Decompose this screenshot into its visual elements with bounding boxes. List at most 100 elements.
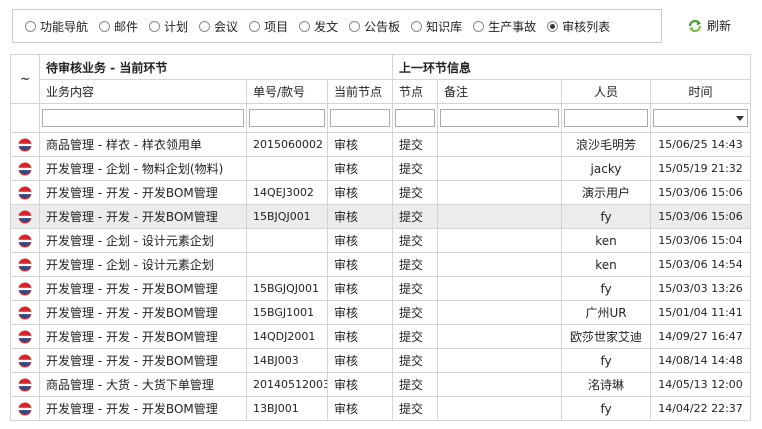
cell-prev-node: 提交 (392, 132, 438, 157)
table-row[interactable]: 开发管理 - 企划 - 设计元素企划 审核 提交 ken 15/03/06 15:04 (10, 228, 752, 253)
refresh-icon (688, 19, 702, 32)
cell-code: 15BGJQJ001 (246, 276, 328, 301)
cell-note (437, 396, 562, 421)
cell-code: 2015060002 (246, 132, 328, 157)
cell-current-node: 审核 (327, 348, 393, 373)
table-row[interactable]: 开发管理 - 开发 - 开发BOM管理 15BJQJ001 审核 提交 fy 15/03/… (10, 204, 752, 229)
col-header-content[interactable]: 业务内容 (39, 79, 247, 104)
module-logo-icon (18, 354, 32, 368)
col-header-time[interactable]: 时间 (649, 79, 752, 104)
cell-time: 14/04/22 22:37 (649, 396, 752, 421)
radio-option[interactable]: 知识库 (411, 18, 462, 35)
cell-note (437, 372, 562, 397)
radio-label: 知识库 (426, 19, 463, 34)
radio-unchecked-icon[interactable] (25, 20, 36, 32)
cell-person: fy (561, 204, 651, 229)
col-header-note[interactable]: 备注 (437, 79, 562, 104)
radio-unchecked-icon[interactable] (473, 20, 485, 32)
cell-current-node: 审核 (327, 180, 393, 205)
cell-prev-node: 提交 (392, 348, 438, 373)
cell-person: 广州UR (561, 300, 651, 325)
filter-cell-node (392, 103, 438, 133)
cell-current-node: 审核 (327, 372, 393, 397)
radio-option[interactable]: 公告板 (349, 18, 400, 35)
radio-checked-icon[interactable] (547, 20, 559, 32)
cell-content: 开发管理 - 企划 - 设计元素企划 (39, 252, 247, 277)
cell-time: 15/03/06 14:54 (649, 252, 752, 277)
module-logo-icon (18, 402, 32, 416)
filter-input-code[interactable] (249, 109, 325, 127)
cell-note (437, 204, 562, 229)
cell-code: 14BJ003 (246, 348, 328, 373)
cell-prev-node: 提交 (392, 228, 438, 253)
filter-cell-code (246, 103, 328, 133)
radio-unchecked-icon[interactable] (249, 20, 261, 32)
radio-option[interactable]: 发文 (299, 18, 338, 35)
row-icon-cell (10, 372, 40, 397)
filter-input-current-node[interactable] (330, 109, 390, 127)
radio-label: 公告板 (364, 19, 401, 34)
cell-current-node: 审核 (327, 204, 393, 229)
table-row[interactable]: 商品管理 - 样衣 - 样衣领用单 2015060002 审核 提交 浪沙毛明芳 15/0… (10, 132, 752, 157)
radio-unchecked-icon[interactable] (199, 20, 211, 32)
radio-unchecked-icon[interactable] (149, 20, 161, 32)
radio-option[interactable]: 计划 (149, 18, 188, 35)
col-header-current-node[interactable]: 当前节点 (327, 79, 393, 104)
cell-code: 15BGJ1001 (246, 300, 328, 325)
refresh-button[interactable]: 刷新 (688, 17, 731, 34)
cell-content: 开发管理 - 开发 - 开发BOM管理 (39, 204, 247, 229)
table-row[interactable]: 开发管理 - 开发 - 开发BOM管理 15BGJQJ001 审核 提交 fy 15/03… (10, 276, 752, 301)
radio-option[interactable]: 功能导航 (25, 18, 88, 35)
row-icon-cell (10, 228, 40, 253)
table-row[interactable]: 开发管理 - 开发 - 开发BOM管理 14BJ003 审核 提交 fy 14/08/14… (10, 348, 752, 373)
cell-current-node: 审核 (327, 228, 393, 253)
cell-time: 15/03/06 15:04 (649, 228, 752, 253)
radio-unchecked-icon[interactable] (99, 20, 111, 32)
col-header-code[interactable]: 单号/款号 (246, 79, 328, 104)
cell-person: ken (561, 228, 651, 253)
module-logo-icon (18, 306, 32, 320)
cell-content: 开发管理 - 开发 - 开发BOM管理 (39, 324, 247, 349)
cell-time: 15/01/04 11:41 (649, 300, 752, 325)
group-header-previous: 上一环节信息 (391, 54, 752, 80)
radio-option[interactable]: 生产事故 (473, 18, 536, 35)
table-row[interactable]: 开发管理 - 开发 - 开发BOM管理 13BJ001 审核 提交 fy 14/04/22… (10, 396, 752, 421)
filter-cell-note (437, 103, 562, 133)
radio-unchecked-icon[interactable] (349, 20, 361, 32)
row-icon-cell (10, 204, 40, 229)
table-row[interactable]: 开发管理 - 开发 - 开发BOM管理 14QEJ3002 审核 提交 演示用户 15/0… (10, 180, 752, 205)
filter-input-content[interactable] (42, 109, 244, 127)
filter-input-node[interactable] (395, 109, 435, 127)
radio-option[interactable]: 项目 (249, 18, 288, 35)
cell-current-node: 审核 (327, 276, 393, 301)
cell-time: 15/03/06 15:06 (649, 180, 752, 205)
cell-content: 开发管理 - 开发 - 开发BOM管理 (39, 180, 247, 205)
filter-input-person[interactable] (564, 109, 648, 127)
filter-input-note[interactable] (440, 109, 559, 127)
table-row[interactable]: 开发管理 - 开发 - 开发BOM管理 15BGJ1001 审核 提交 广州UR 15/0… (10, 300, 752, 325)
radio-unchecked-icon[interactable] (299, 20, 311, 32)
radio-option[interactable]: 会议 (199, 18, 238, 35)
cell-content: 开发管理 - 企划 - 物料企划(物料) (39, 156, 247, 181)
table-row[interactable]: 开发管理 - 企划 - 物料企划(物料) 审核 提交 jacky 15/05/19 21… (10, 156, 752, 181)
filter-select-time[interactable] (653, 109, 749, 127)
radio-option[interactable]: 审核列表 (547, 18, 610, 35)
cell-person: 浪沙毛明芳 (561, 132, 651, 157)
cell-code: 15BJQJ001 (246, 204, 328, 229)
filter-spacer (10, 103, 40, 133)
table-row[interactable]: 开发管理 - 开发 - 开发BOM管理 14QDJ2001 审核 提交 欧莎世家艾迪 14… (10, 324, 752, 349)
col-header-person[interactable]: 人员 (561, 79, 651, 104)
filter-cell-content (39, 103, 247, 133)
radio-unchecked-icon[interactable] (411, 20, 423, 32)
cell-current-node: 审核 (327, 156, 393, 181)
row-icon-cell (10, 156, 40, 181)
radio-label: 邮件 (114, 19, 139, 34)
table-row[interactable]: 开发管理 - 企划 - 设计元素企划 审核 提交 ken 15/03/06 14:54 (10, 252, 752, 277)
table-row[interactable]: 商品管理 - 大货 - 大货下单管理 20140512003 审核 提交 洺诗琳 14/0… (10, 372, 752, 397)
cell-note (437, 348, 562, 373)
radio-label: 审核列表 (562, 19, 611, 34)
col-header-node[interactable]: 节点 (392, 79, 438, 104)
row-selector-header[interactable]: ~ (10, 54, 40, 104)
cell-note (437, 228, 562, 253)
radio-option[interactable]: 邮件 (99, 18, 138, 35)
